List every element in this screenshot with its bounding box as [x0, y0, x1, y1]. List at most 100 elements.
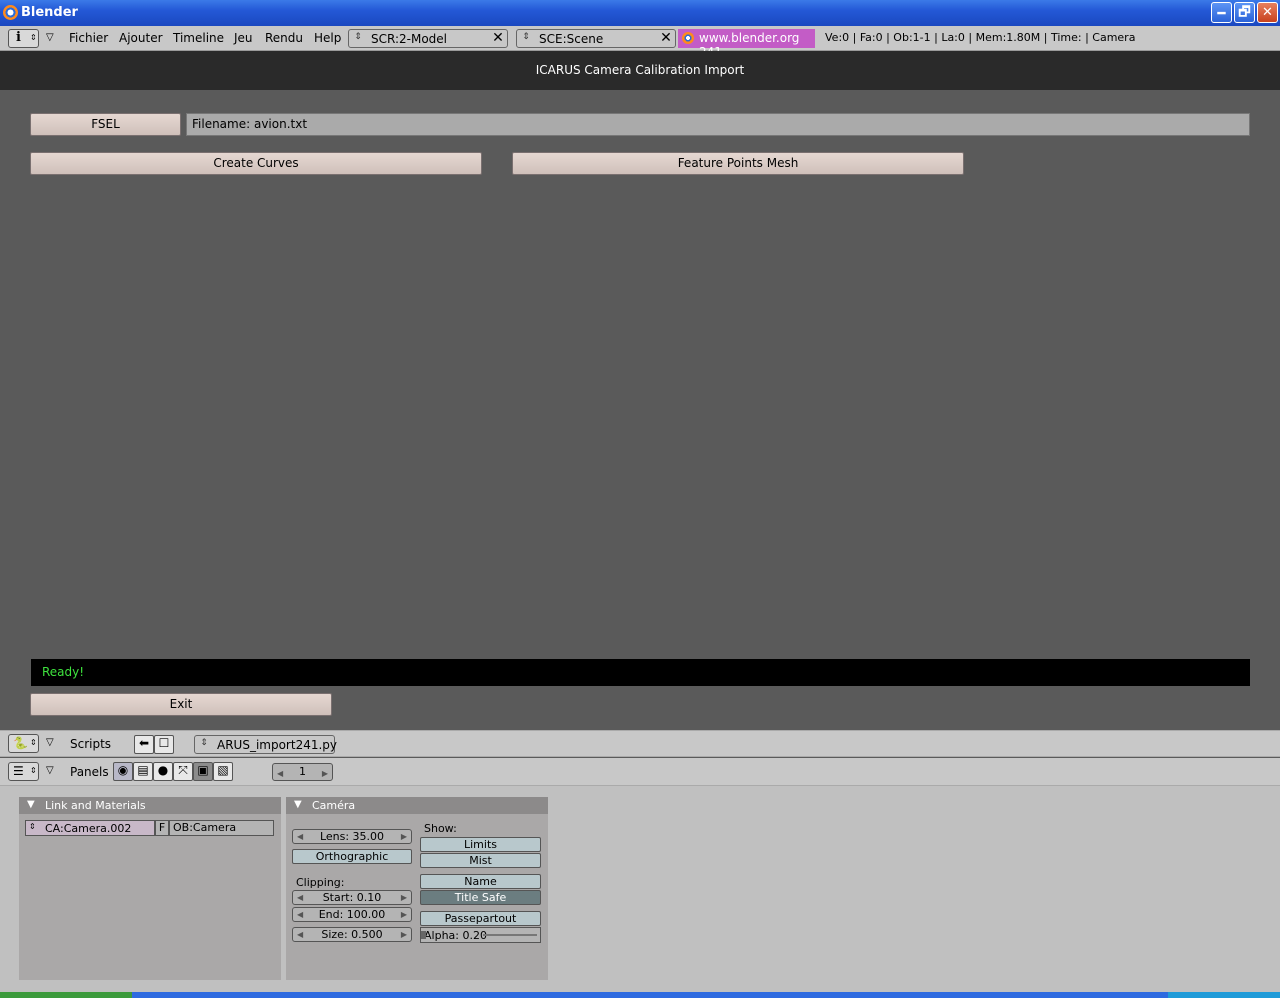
editing-context-icon[interactable]: ▣ — [193, 762, 213, 781]
buttons-window-header: ☰ ⇕ ▽ Panels ◉ ▤ ● ⤧ ▣ ▧ ◀ 1 ▶ — [0, 758, 1280, 786]
close-button[interactable]: ✕ — [1257, 2, 1278, 23]
mist-toggle[interactable]: Mist — [420, 853, 541, 868]
orthographic-toggle[interactable]: Orthographic — [292, 849, 412, 864]
screen-selector[interactable]: ⇕ SCR:2-Model ✕ — [348, 29, 508, 48]
minimize-button[interactable]: 🗕 — [1211, 2, 1232, 23]
updown-arrows-icon: ⇕ — [30, 33, 37, 42]
menu-timeline[interactable]: Timeline — [173, 31, 224, 45]
scripts-label: Scripts — [70, 737, 112, 751]
fake-user-button[interactable]: F — [155, 820, 169, 836]
increment-arrow-icon[interactable]: ▶ — [322, 766, 328, 782]
menu-help[interactable]: Help — [314, 31, 341, 45]
menu-jeu[interactable]: Jeu — [234, 31, 253, 45]
screen-name: SCR:2-Model — [371, 32, 448, 46]
logic-context-icon[interactable]: ◉ — [113, 762, 133, 781]
window-title-bar: Blender 🗕 🗗 ✕ — [0, 0, 1280, 26]
filename-field[interactable]: Filename: avion.txt — [186, 113, 1250, 136]
increment-arrow-icon[interactable]: ▶ — [401, 928, 407, 941]
decrement-arrow-icon[interactable]: ◀ — [297, 928, 303, 941]
shading-context-icon[interactable]: ● — [153, 762, 173, 781]
alpha-slider-handle[interactable] — [421, 931, 426, 939]
scene-selector[interactable]: ⇕ SCE:Scene ✕ — [516, 29, 676, 48]
script-selector[interactable]: ⇕ ARUS_import241.py — [194, 735, 338, 754]
collapse-menu-triangle-icon[interactable]: ▽ — [46, 765, 54, 776]
blender-logo-icon — [682, 32, 694, 44]
feature-points-mesh-button[interactable]: Feature Points Mesh — [512, 152, 964, 175]
exit-button[interactable]: Exit — [30, 693, 332, 716]
clip-start-value: Start: 0.10 — [322, 891, 382, 904]
script-name: ARUS_import241.py — [217, 738, 338, 752]
clip-start-field[interactable]: ◀ Start: 0.10 ▶ — [292, 890, 412, 905]
collapse-triangle-icon[interactable]: ▼ — [27, 799, 35, 810]
clip-end-value: End: 100.00 — [318, 908, 386, 921]
delete-screen-icon[interactable]: ✕ — [490, 31, 506, 46]
info-icon: i — [16, 30, 21, 45]
fsel-button[interactable]: FSEL — [30, 113, 181, 136]
collapse-triangle-icon[interactable]: ▼ — [294, 799, 302, 810]
decrement-arrow-icon[interactable]: ◀ — [297, 891, 303, 904]
page-value: 1 — [299, 765, 306, 778]
updown-arrows-icon: ⇕ — [354, 32, 362, 42]
status-text: Ready! — [42, 665, 85, 679]
panels-label: Panels — [70, 765, 109, 779]
camera-datablock-selector[interactable]: ⇕ CA:Camera.002 — [25, 820, 155, 836]
draw-size-value: Size: 0.500 — [321, 928, 383, 941]
alpha-slider[interactable]: Alpha: 0.20 — [420, 927, 541, 943]
decrement-arrow-icon[interactable]: ◀ — [297, 830, 303, 843]
draw-size-field[interactable]: ◀ Size: 0.500 ▶ — [292, 927, 412, 942]
window-title: Blender — [21, 5, 78, 20]
os-taskbar-strip — [0, 992, 1280, 998]
passepartout-toggle[interactable]: Passepartout — [420, 911, 541, 926]
increment-arrow-icon[interactable]: ▶ — [401, 891, 407, 904]
restore-button[interactable]: 🗗 — [1234, 2, 1255, 23]
fullscreen-icon[interactable]: ☐ — [154, 735, 174, 754]
lens-field[interactable]: ◀ Lens: 35.00 ▶ — [292, 829, 412, 844]
updown-arrows-icon: ⇕ — [30, 766, 37, 775]
alpha-value: Alpha: 0.20 — [424, 929, 487, 942]
lens-value: Lens: 35.00 — [319, 830, 385, 843]
menu-ajouter[interactable]: Ajouter — [119, 31, 163, 45]
scene-name: SCE:Scene — [539, 32, 604, 46]
scene-stats: Ve:0 | Fa:0 | Ob:1-1 | La:0 | Mem:1.80M … — [825, 31, 1136, 44]
menu-rendu[interactable]: Rendu — [265, 31, 303, 45]
name-toggle[interactable]: Name — [420, 874, 541, 889]
blender-logo-icon — [3, 5, 18, 20]
clip-end-field[interactable]: ◀ End: 100.00 ▶ — [292, 907, 412, 922]
limits-toggle[interactable]: Limits — [420, 837, 541, 852]
python-script-icon: 🐍 — [13, 736, 28, 750]
scripts-window-header: 🐍 ⇕ ▽ Scripts ⬅ ☐ ⇕ ARUS_import241.py — [0, 730, 1280, 757]
link-materials-panel-header[interactable]: ▼ Link and Materials — [19, 797, 281, 814]
object-name-field[interactable]: OB:Camera — [169, 820, 274, 836]
camera-panel-header[interactable]: ▼ Caméra — [286, 797, 548, 814]
title-safe-toggle[interactable]: Title Safe — [420, 890, 541, 905]
increment-arrow-icon[interactable]: ▶ — [401, 830, 407, 843]
back-arrow-icon[interactable]: ⬅ — [134, 735, 154, 754]
script-title: ICARUS Camera Calibration Import — [535, 63, 745, 77]
decrement-arrow-icon[interactable]: ◀ — [277, 766, 283, 782]
script-title-band: ICARUS Camera Calibration Import — [0, 51, 1280, 90]
create-curves-button[interactable]: Create Curves — [30, 152, 482, 175]
delete-scene-icon[interactable]: ✕ — [658, 31, 674, 46]
menu-fichier[interactable]: Fichier — [69, 31, 108, 45]
updown-arrows-icon: ⇕ — [29, 822, 36, 831]
script-window — [0, 90, 1280, 729]
panel-page-number[interactable]: ◀ 1 ▶ — [272, 763, 333, 781]
object-context-icon[interactable]: ⤧ — [173, 762, 193, 781]
window-type-selector[interactable]: ☰ ⇕ — [8, 762, 39, 781]
show-label: Show: — [424, 822, 457, 835]
window-type-selector[interactable]: i ⇕ — [8, 29, 39, 48]
blender-url-link[interactable]: www.blender.org 241 — [678, 29, 815, 59]
collapse-menu-triangle-icon[interactable]: ▽ — [46, 737, 54, 748]
scene-context-icon[interactable]: ▧ — [213, 762, 233, 781]
decrement-arrow-icon[interactable]: ◀ — [297, 908, 303, 921]
updown-arrows-icon: ⇕ — [200, 738, 208, 748]
camera-datablock-name: CA:Camera.002 — [45, 822, 132, 835]
window-type-selector[interactable]: 🐍 ⇕ — [8, 734, 39, 753]
clipping-label: Clipping: — [296, 876, 345, 889]
increment-arrow-icon[interactable]: ▶ — [401, 908, 407, 921]
camera-panel-title: Caméra — [312, 799, 356, 812]
script-context-icon[interactable]: ▤ — [133, 762, 153, 781]
alpha-slider-track — [483, 934, 537, 936]
updown-arrows-icon: ⇕ — [522, 32, 530, 42]
collapse-menu-triangle-icon[interactable]: ▽ — [46, 32, 54, 43]
